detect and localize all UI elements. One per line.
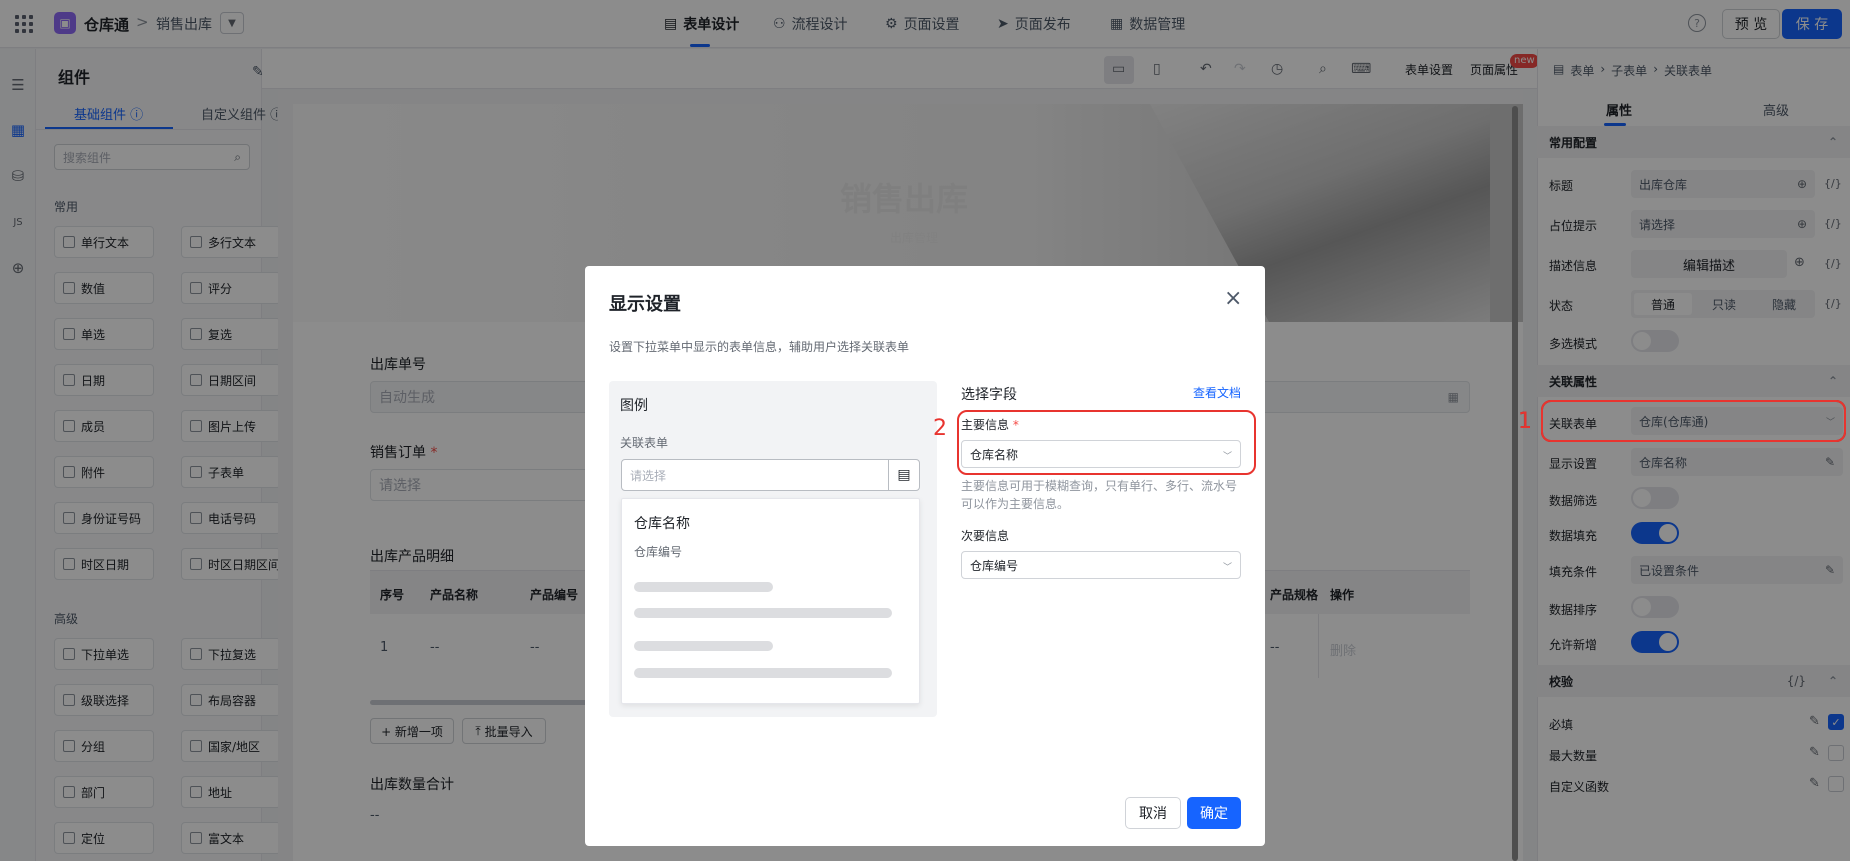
cancel-button[interactable]: 取消: [1125, 797, 1181, 829]
chevron-down-icon: ﹀: [1222, 563, 1232, 573]
primary-info-select[interactable]: 仓库名称 ﹀: [961, 440, 1241, 468]
select-fields-title: 选择字段: [961, 387, 1017, 403]
view-docs-link[interactable]: 查看文档: [1193, 384, 1241, 401]
skeleton-line: [634, 608, 892, 618]
skeleton-line: [634, 668, 892, 678]
close-icon[interactable]: ×: [1224, 286, 1242, 311]
secondary-info-select[interactable]: 仓库编号 ﹀: [961, 551, 1241, 579]
chevron-down-icon: ﹀: [1222, 452, 1232, 462]
document-icon[interactable]: ▤: [888, 459, 920, 491]
skeleton-line: [634, 582, 773, 592]
preview-field-label: 关联表单: [620, 436, 669, 450]
dialog-title: 显示设置: [609, 294, 681, 315]
primary-info-hint: 主要信息可用于模糊查询，只有单行、多行、流水号可以作为主要信息。: [961, 479, 1238, 511]
skeleton-line: [634, 641, 773, 651]
preview-primary-text: 仓库名称: [634, 516, 690, 532]
confirm-button[interactable]: 确定: [1187, 797, 1241, 829]
primary-info-label: 主要信息 *: [961, 418, 1019, 432]
annotation-number-1-front: 1: [1518, 409, 1532, 434]
dialog-description: 设置下拉菜单中显示的表单信息，辅助用户选择关联表单: [609, 340, 910, 354]
preview-title: 图例: [620, 398, 648, 414]
preview-select-input[interactable]: 请选择: [621, 459, 889, 491]
annotation-box-1-front: [1541, 400, 1846, 442]
preview-secondary-text: 仓库编号: [634, 545, 683, 559]
annotation-number-2: 2: [933, 416, 947, 441]
secondary-info-label: 次要信息: [961, 529, 1010, 543]
